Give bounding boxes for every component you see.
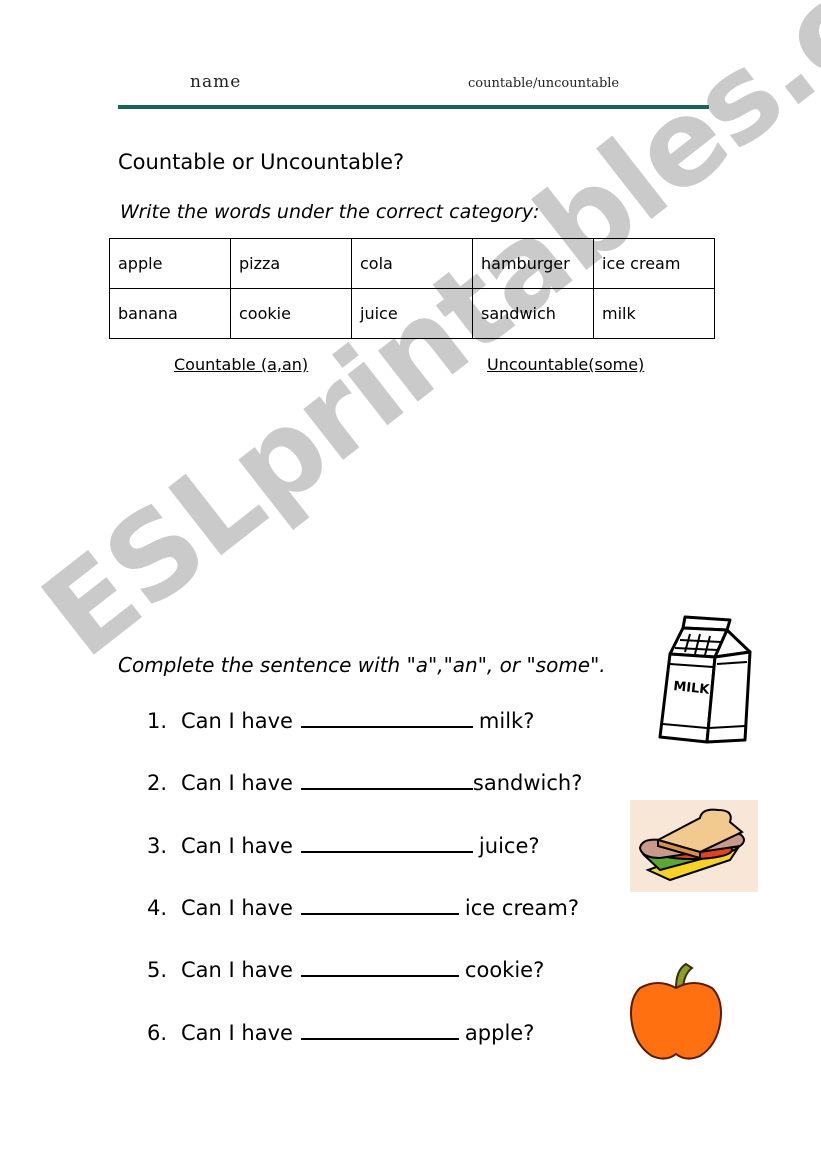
category-countable: Countable (a,an) <box>174 355 309 374</box>
word-cell: juice <box>351 288 473 339</box>
table-row: apple pizza cola hamburger ice cream <box>109 238 715 289</box>
question-suffix: apple? <box>464 1021 535 1045</box>
question-item: 3. Can I have juice? <box>147 833 540 858</box>
sandwich-icon <box>630 800 758 892</box>
question-prefix: Can I have <box>181 834 293 858</box>
answer-blank[interactable] <box>300 708 473 728</box>
word-cell: banana <box>109 288 231 339</box>
answer-blank[interactable] <box>300 833 473 853</box>
question-prefix: Can I have <box>181 709 293 733</box>
question-number: 2. <box>147 771 168 795</box>
word-cell: hamburger <box>472 238 594 289</box>
word-cell: milk <box>593 288 715 339</box>
answer-blank[interactable] <box>300 1020 459 1040</box>
word-table: apple pizza cola hamburger ice cream ban… <box>109 238 715 339</box>
header-name-label: name <box>190 72 242 92</box>
word-cell: apple <box>109 238 231 289</box>
question-suffix: juice? <box>478 834 540 858</box>
question-item: 4. Can I have ice cream? <box>147 895 579 920</box>
question-item: 1. Can I have milk? <box>147 708 534 733</box>
header-divider <box>118 105 709 109</box>
instruction-complete: Complete the sentence with "a","an", or … <box>118 653 606 677</box>
table-row: banana cookie juice sandwich milk <box>109 288 715 339</box>
question-number: 6. <box>147 1021 168 1045</box>
question-number: 5. <box>147 958 168 982</box>
answer-blank[interactable] <box>300 957 459 977</box>
question-prefix: Can I have <box>181 771 293 795</box>
word-cell: ice cream <box>593 238 715 289</box>
answer-blank[interactable] <box>300 770 473 790</box>
question-item: 6. Can I have apple? <box>147 1020 534 1045</box>
word-cell: cookie <box>230 288 352 339</box>
question-prefix: Can I have <box>181 958 293 982</box>
header-topic-label: countable/uncountable <box>468 76 620 91</box>
question-suffix: ice cream? <box>464 896 580 920</box>
answer-blank[interactable] <box>300 895 459 915</box>
category-uncountable: Uncountable(some) <box>487 355 645 374</box>
question-suffix: sandwich? <box>472 771 583 795</box>
watermark: ESLprintables.com <box>17 0 821 684</box>
worksheet-title: Countable or Uncountable? <box>118 150 405 174</box>
question-item: 2. Can I have sandwich? <box>147 770 582 795</box>
question-suffix: cookie? <box>464 958 545 982</box>
instruction-categorize: Write the words under the correct catego… <box>120 201 540 223</box>
question-prefix: Can I have <box>181 896 293 920</box>
milk-carton-icon: MILK <box>658 615 752 744</box>
question-suffix: milk? <box>478 709 535 733</box>
question-item: 5. Can I have cookie? <box>147 957 544 982</box>
question-prefix: Can I have <box>181 1021 293 1045</box>
question-number: 3. <box>147 834 168 858</box>
word-cell: pizza <box>230 238 352 289</box>
apple-icon <box>630 962 722 1060</box>
question-number: 4. <box>147 896 168 920</box>
word-cell: sandwich <box>472 288 594 339</box>
word-cell: cola <box>351 238 473 289</box>
question-number: 1. <box>147 709 168 733</box>
